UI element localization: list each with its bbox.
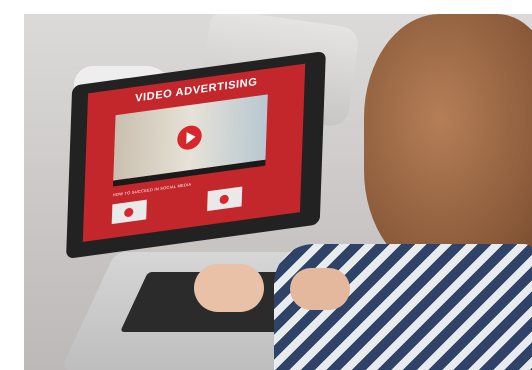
photo: VIDEO ADVERTISING HOW TO SUCCEED IN SOCI…	[24, 14, 532, 370]
play-icon	[176, 124, 203, 152]
laptop-lid: VIDEO ADVERTISING HOW TO SUCCEED IN SOCI…	[66, 50, 326, 259]
typing-hand	[194, 264, 264, 312]
typing-hand	[290, 268, 350, 310]
play-icon	[219, 194, 229, 205]
laptop-screen: VIDEO ADVERTISING HOW TO SUCCEED IN SOCI…	[82, 63, 306, 242]
play-icon	[124, 207, 134, 218]
video-thumbnail	[111, 199, 147, 225]
woman-hair	[364, 14, 532, 274]
video-thumbnail	[207, 186, 243, 212]
